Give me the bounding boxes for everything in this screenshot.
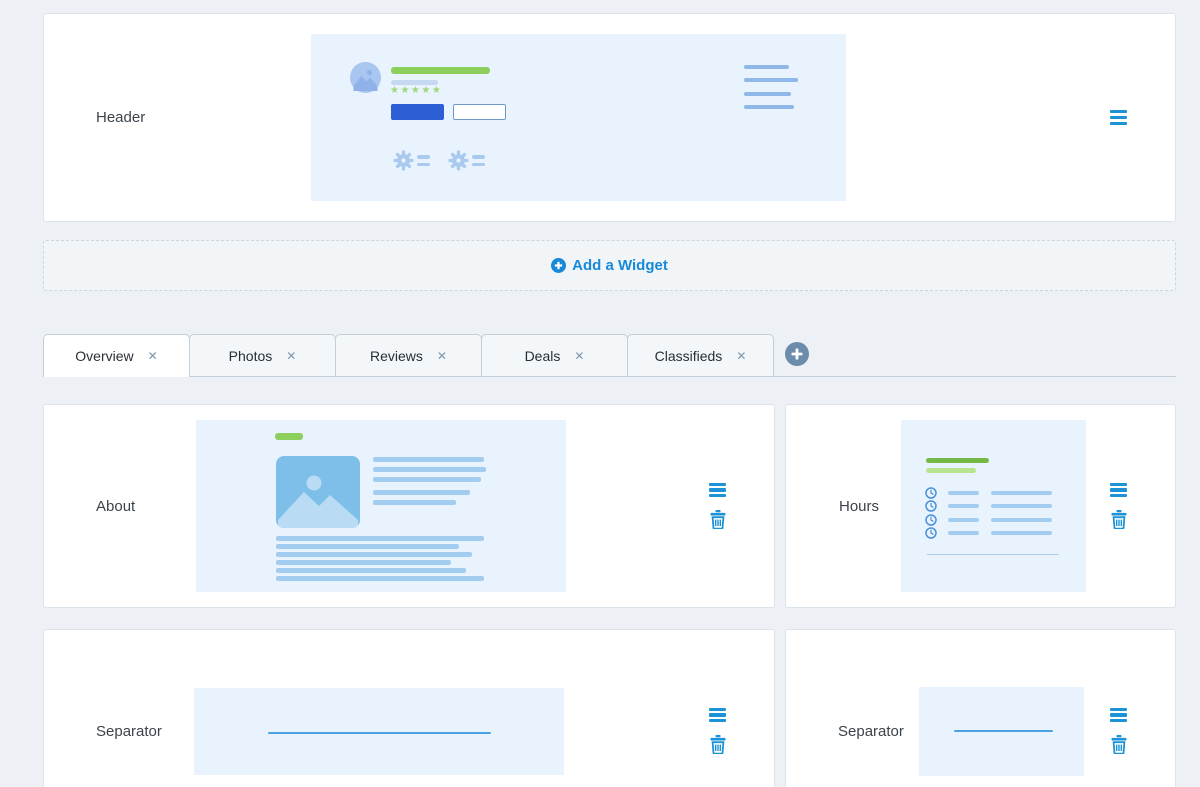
hours-row	[925, 487, 1052, 499]
tab-deals[interactable]: Deals ✕	[481, 334, 628, 376]
image-placeholder-icon	[276, 456, 360, 528]
clock-icon	[925, 500, 937, 512]
tab-label: Deals	[525, 348, 561, 364]
preview-secondary-button	[453, 104, 506, 120]
preview-text-line	[373, 477, 481, 482]
drag-handle-icon[interactable]	[709, 708, 726, 723]
preview-title-bar	[926, 458, 989, 463]
tab-close-icon[interactable]: ✕	[437, 349, 447, 363]
trash-icon[interactable]	[1111, 510, 1127, 529]
separator-widget-card-2: Separator	[785, 629, 1176, 787]
trash-icon[interactable]	[1111, 735, 1127, 754]
about-widget-card: About	[43, 404, 775, 608]
tab-label: Classifieds	[655, 348, 723, 364]
preview-menu-line	[744, 92, 791, 96]
preview-menu-line	[744, 65, 789, 69]
header-widget-label: Header	[44, 109, 311, 126]
star-rating-icon: ★★★★★	[390, 85, 442, 96]
preview-title-bar	[275, 433, 303, 440]
preview-text-line	[276, 552, 472, 557]
preview-text-line	[373, 490, 470, 495]
trash-icon[interactable]	[710, 735, 726, 754]
hours-widget-card: Hours	[785, 404, 1176, 608]
separator-widget-actions	[709, 708, 726, 755]
trash-icon[interactable]	[710, 510, 726, 529]
tab-close-icon[interactable]: ✕	[574, 349, 584, 363]
preview-separator-line	[954, 730, 1053, 732]
preview-text-line	[373, 500, 456, 505]
clock-icon	[925, 487, 937, 499]
add-tab-button[interactable]	[785, 342, 809, 366]
gear-feature-icon	[448, 150, 485, 171]
preview-divider-line	[927, 554, 1059, 555]
avatar-photo-icon	[350, 62, 381, 93]
tab-bar: Overview ✕ Photos ✕ Reviews ✕ Deals ✕ Cl…	[43, 334, 1176, 377]
preview-text-line	[276, 560, 451, 565]
tab-close-icon[interactable]: ✕	[736, 349, 746, 363]
preview-text-line	[276, 544, 459, 549]
widget-layout-editor: Header ★★★★★	[43, 13, 1176, 787]
hours-row	[925, 500, 1052, 512]
drag-handle-icon[interactable]	[709, 483, 726, 498]
preview-menu-line	[744, 78, 798, 82]
tab-close-icon[interactable]: ✕	[148, 349, 158, 363]
preview-menu-line	[744, 105, 794, 109]
separator-widget-card: Separator	[43, 629, 775, 787]
about-widget-preview	[196, 420, 566, 592]
separator-widget-label: Separator	[44, 723, 194, 740]
separator-widget-preview	[194, 688, 564, 775]
preview-text-line	[276, 536, 484, 541]
preview-separator-line	[268, 732, 491, 734]
separator-widget-preview	[919, 687, 1084, 776]
preview-text-line	[373, 467, 486, 472]
drag-handle-icon[interactable]	[1110, 708, 1127, 723]
plus-circle-icon	[551, 258, 566, 273]
separator-widget-actions	[1110, 708, 1127, 755]
preview-text-line	[276, 576, 484, 581]
separator-widget-label: Separator	[786, 723, 919, 740]
tab-classifieds[interactable]: Classifieds ✕	[627, 334, 774, 376]
add-widget-label: Add a Widget	[572, 257, 668, 274]
hours-widget-preview	[901, 420, 1086, 592]
preview-primary-button	[391, 104, 444, 120]
add-widget-button[interactable]: Add a Widget	[43, 240, 1176, 291]
clock-icon	[925, 527, 937, 539]
hours-row	[925, 527, 1052, 539]
tab-overview[interactable]: Overview ✕	[43, 334, 190, 377]
tab-label: Photos	[229, 348, 273, 364]
drag-handle-icon[interactable]	[1110, 110, 1127, 125]
preview-title-bar	[391, 67, 490, 74]
drag-handle-icon[interactable]	[1110, 483, 1127, 498]
hours-widget-label: Hours	[786, 498, 901, 515]
tab-close-icon[interactable]: ✕	[286, 349, 296, 363]
tab-reviews[interactable]: Reviews ✕	[335, 334, 482, 376]
about-widget-label: About	[44, 498, 196, 515]
preview-subtitle-bar	[926, 468, 976, 473]
header-widget-preview: ★★★★★	[311, 34, 846, 201]
widget-grid: About	[43, 404, 1176, 787]
gear-feature-icon	[393, 150, 430, 171]
about-widget-actions	[709, 483, 726, 530]
tab-photos[interactable]: Photos ✕	[189, 334, 336, 376]
preview-text-line	[373, 457, 484, 462]
hours-widget-actions	[1110, 483, 1127, 530]
clock-icon	[925, 514, 937, 526]
preview-text-line	[276, 568, 466, 573]
header-widget-card: Header ★★★★★	[43, 13, 1176, 222]
hours-row	[925, 514, 1052, 526]
plus-icon	[791, 348, 803, 360]
tab-label: Reviews	[370, 348, 423, 364]
tab-label: Overview	[75, 348, 133, 364]
header-widget-actions	[1110, 110, 1127, 125]
